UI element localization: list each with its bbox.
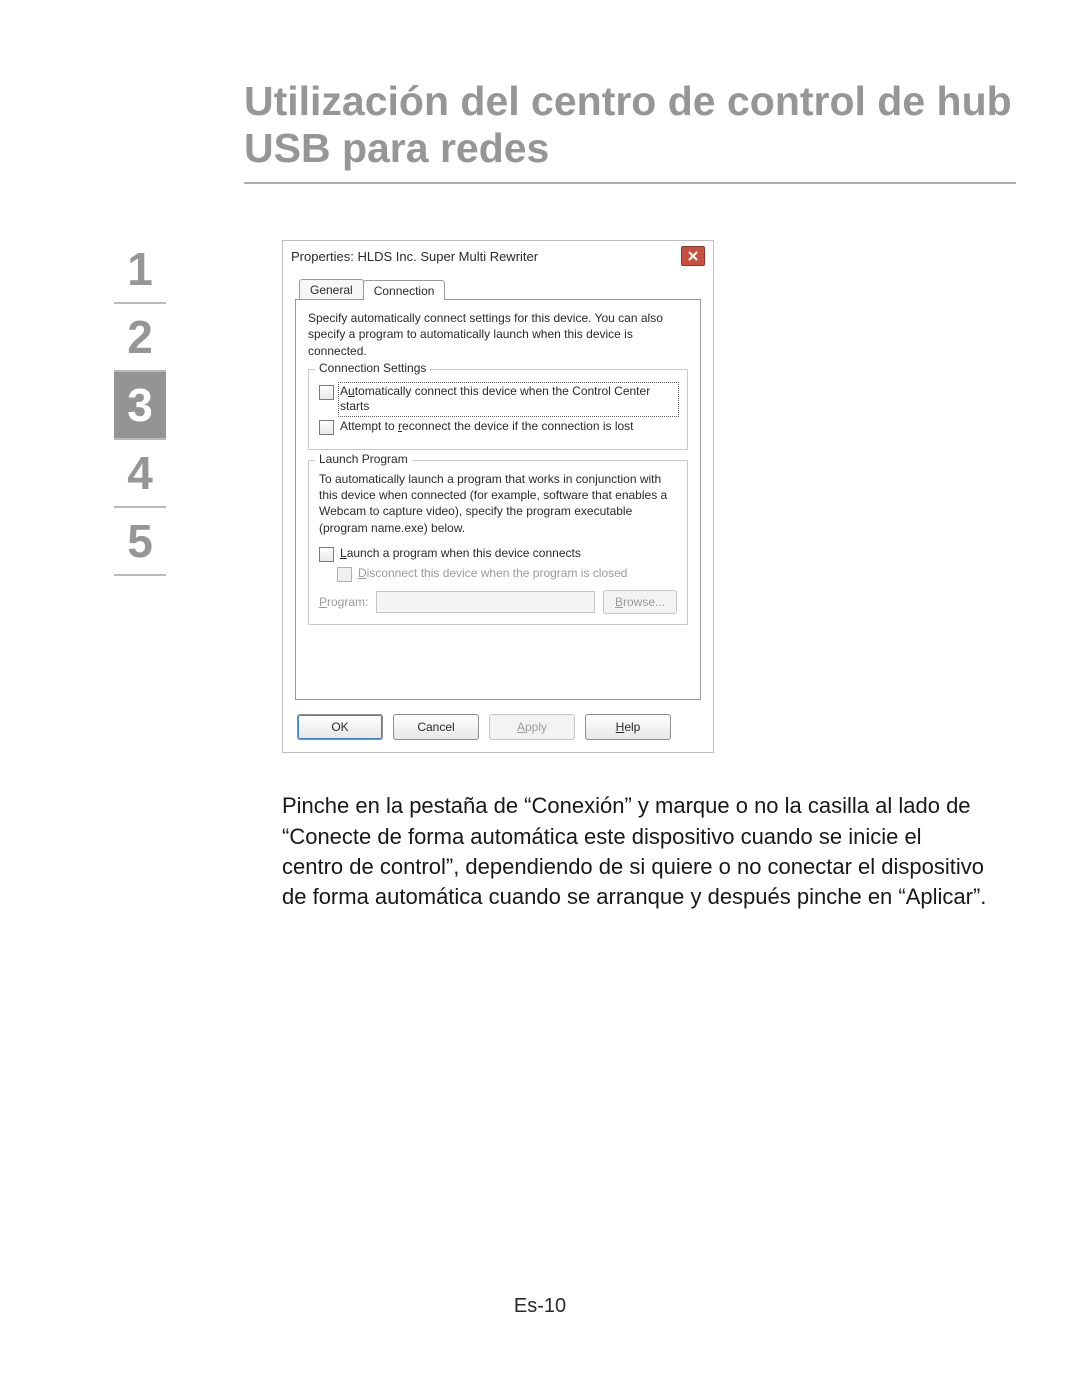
nav-item-4[interactable]: 4 [114,440,166,508]
tab-connection[interactable]: Connection [363,280,446,300]
tab-panel-connection: Specify automatically connect settings f… [295,300,701,700]
checkbox-auto-connect-label: Automatically connect this device when t… [340,384,677,415]
nav-item-1[interactable]: 1 [114,236,166,304]
nav-item-5[interactable]: 5 [114,508,166,576]
groupbox-connection-settings: Connection Settings Automatically connec… [308,369,688,450]
checkbox-auto-connect[interactable] [319,385,334,400]
chapter-nav: 1 2 3 4 5 [114,236,166,576]
checkbox-launch-program-label: Launch a program when this device connec… [340,546,581,562]
dialog-titlebar: Properties: HLDS Inc. Super Multi Rewrit… [283,241,713,271]
checkbox-reconnect-label: Attempt to reconnect the device if the c… [340,419,634,435]
connection-intro: Specify automatically connect settings f… [308,310,688,359]
tab-general[interactable]: General [299,279,364,299]
program-path-input [376,591,595,613]
close-icon[interactable] [681,246,705,266]
checkbox-disconnect-on-close-label: Disconnect this device when the program … [358,566,627,582]
launch-intro: To automatically launch a program that w… [319,471,677,536]
page-number: Es-10 [0,1295,1080,1318]
checkbox-launch-program[interactable] [319,547,334,562]
browse-button: Browse... [603,590,677,614]
instruction-paragraph: Pinche en la pestaña de “Conexión” y mar… [282,791,988,912]
groupbox-connection-legend: Connection Settings [315,361,430,375]
help-button[interactable]: Help [585,714,671,740]
nav-item-3[interactable]: 3 [114,372,166,440]
checkbox-reconnect[interactable] [319,420,334,435]
properties-dialog: Properties: HLDS Inc. Super Multi Rewrit… [282,240,714,753]
groupbox-launch-legend: Launch Program [315,452,412,466]
dialog-button-row: OK Cancel Apply Help [283,704,713,752]
apply-button: Apply [489,714,575,740]
cancel-button[interactable]: Cancel [393,714,479,740]
dialog-title: Properties: HLDS Inc. Super Multi Rewrit… [291,249,538,264]
ok-button[interactable]: OK [297,714,383,740]
checkbox-disconnect-on-close [337,567,352,582]
groupbox-launch-program: Launch Program To automatically launch a… [308,460,688,625]
page-title: Utilización del centro de control de hub… [244,78,1016,172]
nav-item-2[interactable]: 2 [114,304,166,372]
title-rule [244,182,1016,184]
tab-row: General Connection [295,279,701,300]
program-label: Program: [319,595,368,609]
